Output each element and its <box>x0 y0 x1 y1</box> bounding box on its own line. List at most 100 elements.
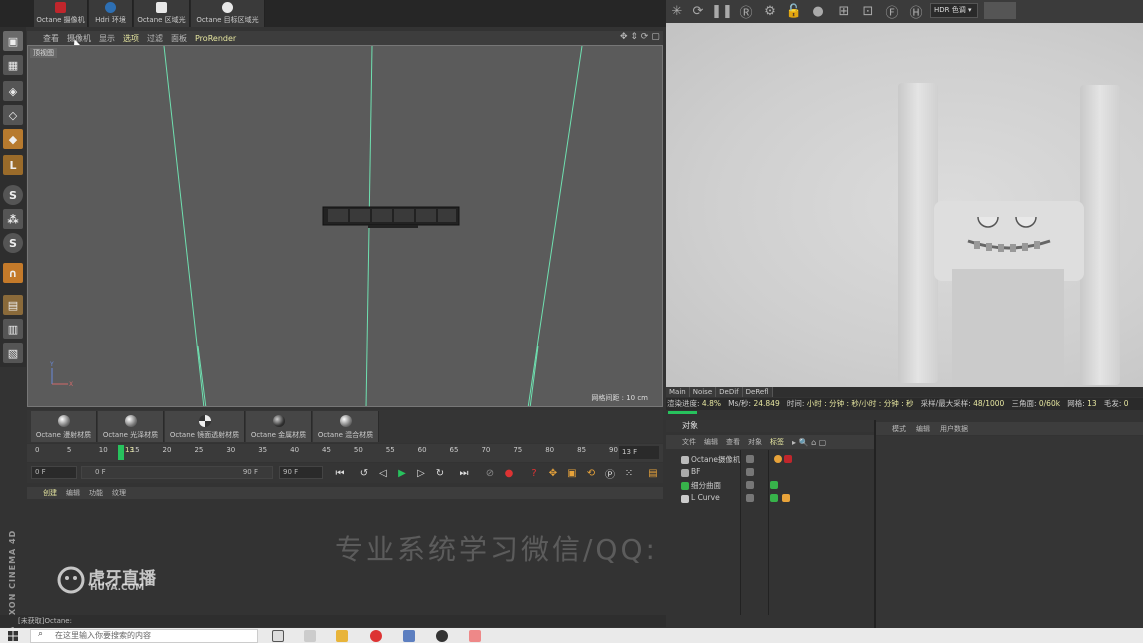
octane-target-area-light-button[interactable]: Octane 目标区域光 <box>191 0 265 27</box>
pick-focus-icon[interactable]: ⊞ <box>836 3 852 19</box>
prev-frame-button[interactable]: ◁ <box>376 466 390 480</box>
file-explorer-icon[interactable] <box>336 630 348 642</box>
object-row-bf[interactable]: BF <box>666 466 874 479</box>
region-render-icon[interactable]: Ⓡ <box>738 3 754 21</box>
obj-menu-object[interactable]: 对象 <box>748 437 762 447</box>
octane-camera-button[interactable]: Octane 摄像机 <box>34 0 88 27</box>
windows-start-icon[interactable] <box>8 631 18 641</box>
chrome-icon[interactable] <box>370 630 382 642</box>
tab-dedif[interactable]: DeDif <box>716 387 743 397</box>
snap-settings-icon[interactable]: ⁂ <box>3 209 23 229</box>
viewport-menu-display[interactable]: 显示 <box>99 33 115 44</box>
viewport-menu-filter[interactable]: 过滤 <box>147 33 163 44</box>
task-view-icon[interactable] <box>304 630 316 642</box>
tag-icon[interactable] <box>782 494 790 502</box>
octane-camera-tag-icon[interactable] <box>784 455 792 463</box>
material-glossy[interactable]: Octane 光泽材质 <box>98 411 164 442</box>
viewport-menu-panel[interactable]: 面板 <box>171 33 187 44</box>
attr-menu-userdata[interactable]: 用户数据 <box>940 424 968 434</box>
current-frame-field[interactable]: 13 F <box>619 446 659 459</box>
viewport-menu-options[interactable]: 选项 <box>123 33 139 44</box>
texture-mode-icon[interactable]: ▦ <box>3 55 23 75</box>
pick-focus-point-icon[interactable]: Ⓕ <box>884 3 900 21</box>
visibility-icon[interactable] <box>746 481 754 489</box>
next-key-button[interactable]: ↻ <box>433 466 447 480</box>
tab-main[interactable]: Main <box>666 387 690 397</box>
object-row-subdivision[interactable]: 细分曲面 <box>666 479 874 492</box>
viewport-nav-icons[interactable]: ✥ ⇕ ⟳ ▢ <box>620 32 660 42</box>
preview-range-slider[interactable]: 0 F 90 F <box>81 466 273 479</box>
pick-white-balance-icon[interactable]: Ⓗ <box>908 3 924 21</box>
obj-menu-view[interactable]: 查看 <box>726 437 740 447</box>
material-mix[interactable]: Octane 混合材质 <box>313 411 379 442</box>
cinema4d-taskbar-icon[interactable] <box>403 630 415 642</box>
settings-gear-icon[interactable]: ⚙ <box>762 3 778 19</box>
material-specular[interactable]: Octane 镜面透射材质 <box>165 411 245 442</box>
go-to-end-button[interactable]: ⏭ <box>457 466 471 480</box>
pla-key-icon[interactable]: ⁙ <box>622 466 636 480</box>
points-mode-icon[interactable]: ◈ <box>3 81 23 101</box>
planar-workplane-icon[interactable]: ▧ <box>3 343 23 363</box>
pause-render-icon[interactable]: ❚❚ <box>711 3 733 19</box>
top-view-viewport[interactable]: 顶视图 Y X 网格间距 : 10 cm <box>27 45 663 407</box>
param-key-icon[interactable]: Ⓟ <box>603 466 617 481</box>
menu-create[interactable]: 创建 <box>43 488 57 498</box>
model-mode-icon[interactable]: ▣ <box>3 31 23 51</box>
octane-live-render-view[interactable] <box>666 23 1143 387</box>
workplane-snap-icon[interactable]: S <box>3 233 23 253</box>
timeline-window-icon[interactable]: ▤ <box>646 466 660 480</box>
next-frame-button[interactable]: ▷ <box>414 466 428 480</box>
object-row-l-curve[interactable]: L Curve <box>666 492 874 505</box>
prev-key-button[interactable]: ↺ <box>357 466 371 480</box>
scale-key-icon[interactable]: ▣ <box>565 466 579 480</box>
material-diffuse[interactable]: Octane 漫射材质 <box>31 411 97 442</box>
start-frame-field[interactable]: 0 F <box>31 466 77 479</box>
magnet-icon[interactable]: ∩ <box>3 263 23 283</box>
obj-menu-tags[interactable]: 标签 <box>770 437 784 447</box>
material-metal[interactable]: Octane 金属材质 <box>246 411 312 442</box>
go-to-start-button[interactable]: ⏮ <box>333 466 347 480</box>
protection-tag-icon[interactable] <box>774 455 782 463</box>
timeline-ruler[interactable]: 0 5 10 15 20 25 30 35 40 45 50 55 60 65 70 75 80 85 90 13 … <box>27 444 663 462</box>
play-button[interactable]: ▶ <box>395 466 409 480</box>
material-tag-icon[interactable] <box>770 481 778 489</box>
material-tag-icon[interactable] <box>770 494 778 502</box>
object-row-camera[interactable]: Octane摄像机 <box>666 453 874 466</box>
obj-menu-icons[interactable]: ▸ 🔍 ⌂ ▢ <box>792 438 826 447</box>
obj-menu-file[interactable]: 文件 <box>682 437 696 447</box>
send-scene-icon[interactable]: ✳ <box>669 3 685 19</box>
tab-derefl[interactable]: DeRefl <box>742 387 773 397</box>
hdr-tonemap-select[interactable]: HDR 色调 ▾ <box>930 3 978 18</box>
attr-menu-edit[interactable]: 编辑 <box>916 424 930 434</box>
playhead[interactable] <box>118 445 124 460</box>
obj-menu-edit[interactable]: 编辑 <box>704 437 718 447</box>
end-frame-field[interactable]: 90 F <box>279 466 323 479</box>
taskbar-search-input[interactable]: 在这里输入你要搜索的内容 <box>30 629 258 643</box>
c4d-app-icon[interactable] <box>436 630 448 642</box>
edges-mode-icon[interactable]: ◇ <box>3 105 23 125</box>
restart-render-icon[interactable]: ⟳ <box>690 3 706 19</box>
record-button[interactable]: ● <box>502 466 516 480</box>
axis-mode-icon[interactable]: L <box>3 155 23 175</box>
keyframe-mode-icon[interactable]: ⊘ <box>483 466 497 480</box>
menu-edit[interactable]: 编辑 <box>66 488 80 498</box>
lock-icon[interactable]: 🔓 <box>786 3 802 19</box>
rotate-key-icon[interactable]: ⟲ <box>584 466 598 480</box>
viewport-menu-prorender[interactable]: ProRender <box>195 34 236 43</box>
auto-key-button[interactable]: ? <box>527 466 541 480</box>
pick-material-icon[interactable]: ⊡ <box>860 3 876 19</box>
menu-texture[interactable]: 纹理 <box>112 488 126 498</box>
tab-noise[interactable]: Noise <box>689 387 717 397</box>
viewport-menu-view[interactable]: 查看 <box>43 33 59 44</box>
workplane-icon[interactable]: ▤ <box>3 295 23 315</box>
polygons-mode-icon[interactable]: ◆ <box>3 129 23 149</box>
visibility-icon[interactable] <box>746 455 754 463</box>
locked-workplane-icon[interactable]: ▥ <box>3 319 23 339</box>
octane-area-light-button[interactable]: Octane 区域光 <box>134 0 190 27</box>
clay-mode-icon[interactable]: ● <box>810 3 826 19</box>
cortana-icon[interactable] <box>272 630 284 642</box>
move-key-icon[interactable]: ✥ <box>546 466 560 480</box>
hdri-environment-button[interactable]: Hdri 环境 <box>89 0 133 27</box>
visibility-icon[interactable] <box>746 468 754 476</box>
app-icon[interactable] <box>469 630 481 642</box>
